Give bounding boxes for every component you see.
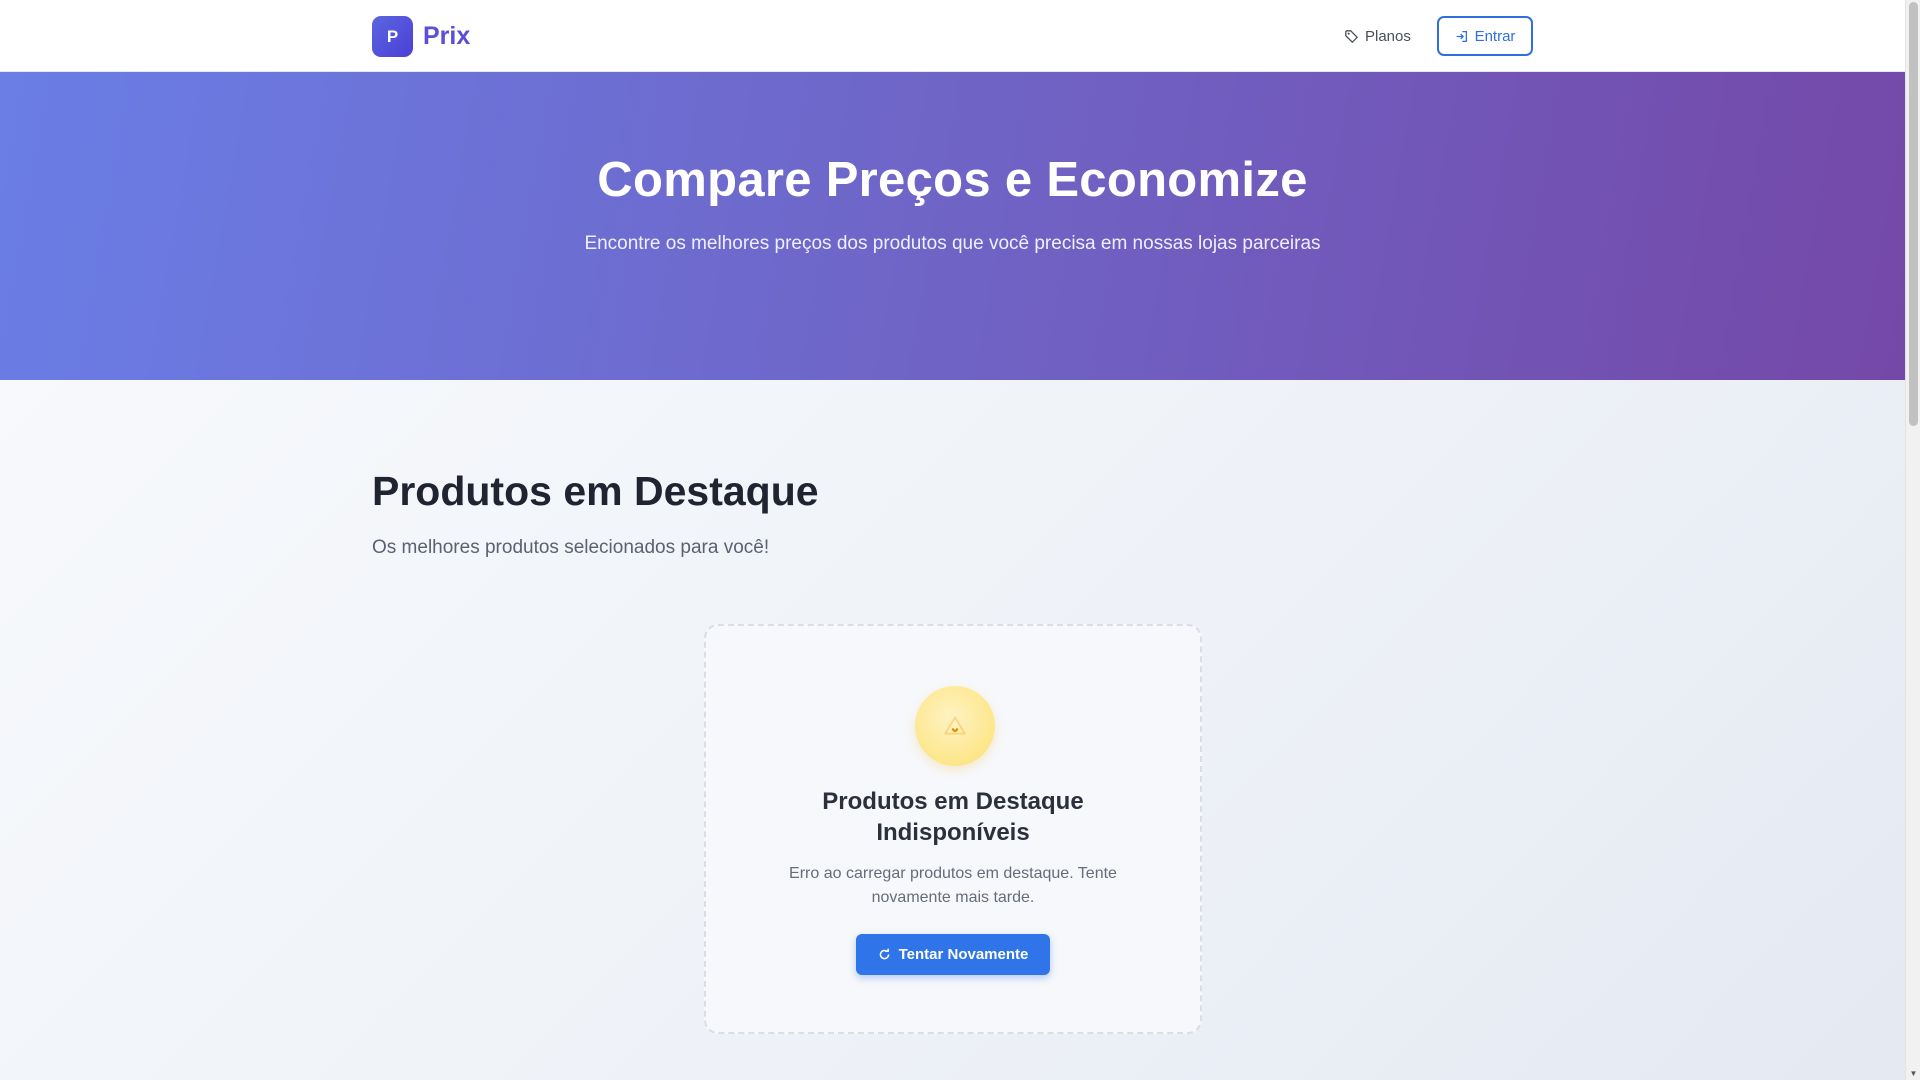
hero-banner: Compare Preços e Economize Encontre os m… <box>0 72 1905 380</box>
refresh-icon <box>879 948 889 960</box>
warning-icon <box>915 686 995 766</box>
featured-products-section: Produtos em Destaque Os melhores produto… <box>0 380 1905 1080</box>
scroll-down-arrow-icon[interactable]: ▼ <box>1909 1069 1918 1078</box>
retry-button-label: Tentar Novamente <box>898 946 1029 963</box>
scrollbar-thumb[interactable] <box>1909 2 1918 426</box>
section-title: Produtos em Destaque <box>372 468 819 514</box>
brand-logo: P <box>372 16 413 57</box>
retry-button[interactable]: Tentar Novamente <box>856 934 1050 975</box>
error-title: Produtos em Destaque Indisponíveis <box>822 788 1084 846</box>
brand[interactable]: P Prix <box>372 16 470 57</box>
nav-link-plans-label: Planos <box>1365 27 1411 45</box>
hero-title: Compare Preços e Economize <box>597 153 1308 207</box>
page-scrollbar[interactable]: ▼ <box>1905 0 1920 1080</box>
login-button-label: Entrar <box>1474 27 1516 45</box>
nav-link-plans[interactable]: Planos <box>1345 22 1411 50</box>
warning-triangle-icon <box>944 716 966 735</box>
error-message: Erro ao carregar produtos em destaque. T… <box>789 865 1117 906</box>
tag-icon <box>1345 29 1358 43</box>
navbar: P Prix Planos Entrar <box>0 0 1905 72</box>
hero-subtitle: Encontre os melhores preços dos produtos… <box>584 233 1321 254</box>
error-card: Produtos em Destaque Indisponíveis Erro … <box>704 624 1202 1034</box>
sign-in-icon <box>1456 30 1467 42</box>
section-subtitle: Os melhores produtos selecionados para v… <box>372 537 770 558</box>
brand-name: Prix <box>423 22 471 50</box>
login-button[interactable]: Entrar <box>1437 16 1533 56</box>
